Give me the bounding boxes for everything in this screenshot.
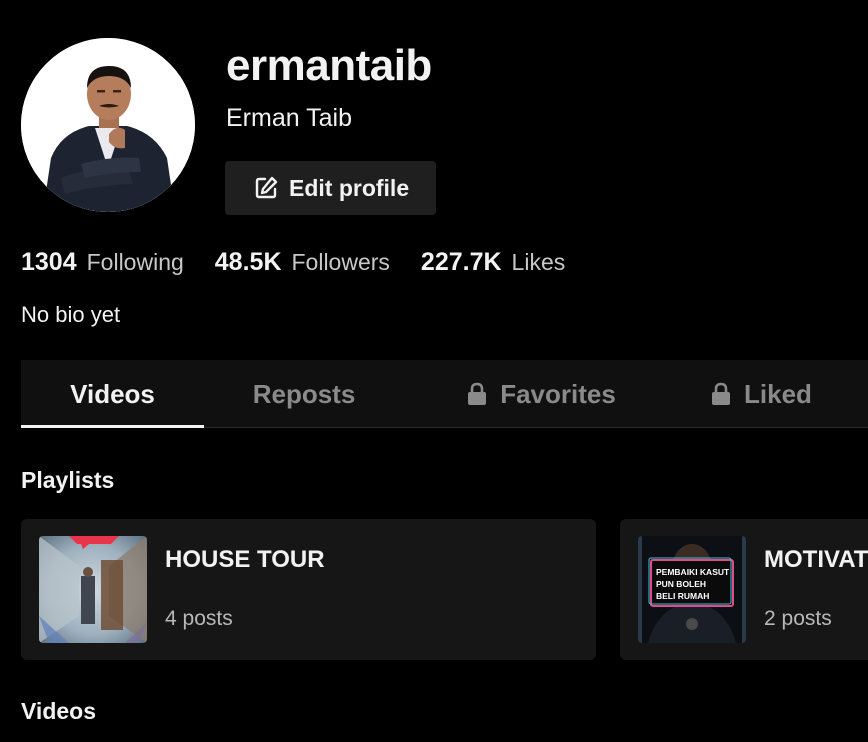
thumb-caption-line: BELI RUMAH — [656, 591, 709, 601]
tab-favorites[interactable]: Favorites — [441, 360, 641, 428]
playlist-card-motivation[interactable]: PEMBAIKI KASUT PUN BOLEH BELI RUMAH MOTI… — [620, 519, 868, 660]
tab-liked[interactable]: Liked — [681, 360, 841, 428]
profile-stats: 1304 Following 48.5K Followers 227.7K Li… — [21, 248, 596, 277]
playlist-thumbnail: PEMBAIKI KASUT PUN BOLEH BELI RUMAH — [638, 536, 746, 643]
stat-following[interactable]: 1304 Following — [21, 248, 184, 277]
stat-label: Followers — [291, 249, 390, 275]
playlist-post-count: 2 posts — [764, 607, 832, 630]
lock-icon — [468, 382, 487, 405]
avatar[interactable] — [21, 38, 195, 212]
username: ermantaib — [226, 41, 432, 90]
stat-value: 48.5K — [214, 248, 282, 276]
tab-label: Favorites — [500, 378, 616, 409]
tab-reposts[interactable]: Reposts — [204, 360, 404, 428]
edit-profile-button[interactable]: Edit profile — [225, 161, 436, 215]
playlist-card-house-tour[interactable]: HOUSE TOUR 4 posts — [21, 519, 596, 660]
active-tab-indicator — [21, 425, 204, 428]
profile-tabs: Videos Reposts Favorites Liked — [21, 360, 868, 428]
stat-likes: 227.7K Likes — [421, 248, 565, 277]
edit-square-icon — [255, 176, 278, 199]
lock-icon — [712, 382, 731, 405]
stat-label: Following — [86, 249, 184, 275]
playlist-post-count: 4 posts — [165, 607, 233, 630]
stat-followers[interactable]: 48.5K Followers — [215, 248, 390, 277]
playlist-title: MOTIVAT — [764, 546, 868, 573]
stat-value: 1304 — [21, 248, 77, 276]
stat-value: 227.7K — [420, 248, 502, 276]
tab-label: Videos — [70, 378, 155, 409]
bio-text: No bio yet — [21, 302, 121, 327]
thumb-caption-line: PEMBAIKI KASUT — [656, 567, 730, 577]
avatar-photo — [21, 38, 195, 212]
edit-profile-label: Edit profile — [289, 174, 410, 201]
videos-heading: Videos — [21, 698, 96, 724]
profile-page: ermantaib Erman Taib Edit profile 1304 F… — [0, 0, 868, 742]
tab-label: Reposts — [252, 378, 356, 409]
stat-label: Likes — [511, 249, 566, 275]
playlists-heading: Playlists — [21, 467, 115, 493]
tab-label: Liked — [744, 378, 812, 409]
playlist-title: HOUSE TOUR — [165, 546, 325, 573]
tab-videos[interactable]: Videos — [21, 360, 204, 428]
thumb-caption-line: PUN BOLEH — [656, 579, 706, 589]
display-name: Erman Taib — [226, 104, 352, 132]
playlist-thumbnail — [39, 536, 147, 643]
